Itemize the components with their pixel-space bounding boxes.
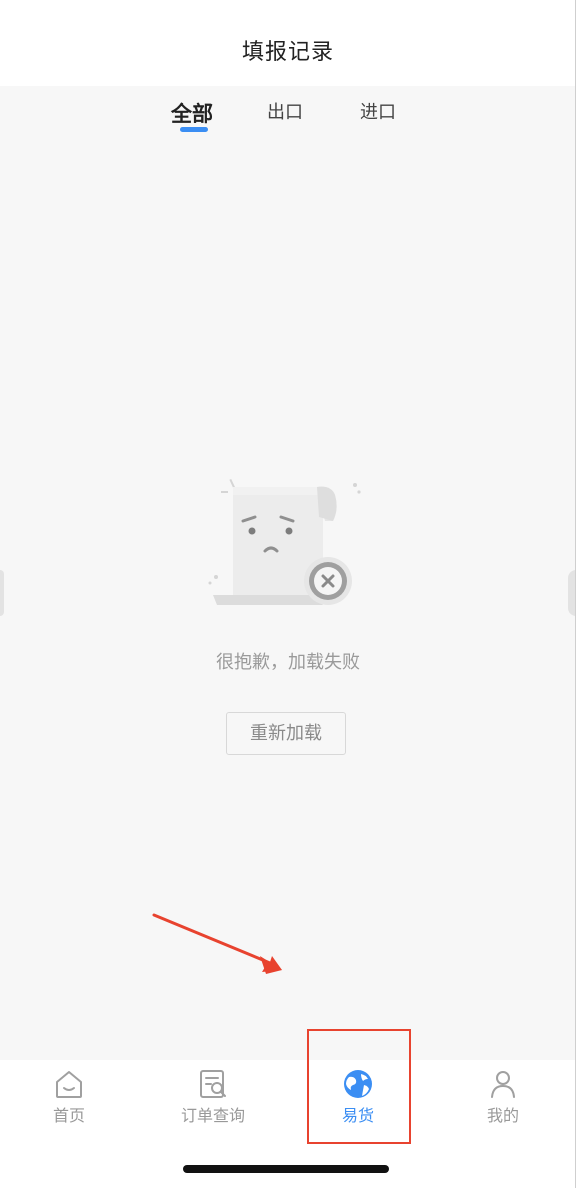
tab-export[interactable]: 出口 — [267, 98, 303, 124]
reload-button[interactable]: 重新加载 — [226, 712, 346, 755]
tabbar-item-mine[interactable]: 我的 — [443, 1068, 563, 1134]
annotation-highlight-box — [307, 1029, 411, 1144]
left-edge-handle — [0, 570, 4, 616]
tabbar-item-home[interactable]: 首页 — [9, 1068, 129, 1134]
active-tab-indicator — [180, 127, 208, 132]
user-icon — [491, 1071, 515, 1098]
header-bar: 填报记录 — [0, 0, 576, 86]
page-title: 填报记录 — [241, 40, 334, 65]
tabbar-label-order-search: 订单查询 — [180, 1106, 245, 1125]
load-failed-message: 很抱歉，加载失败 — [216, 652, 360, 673]
tabbar-label-home: 首页 — [52, 1106, 85, 1125]
sad-document-error-icon — [208, 478, 361, 605]
tabbar-item-order-search[interactable]: 订单查询 — [153, 1068, 273, 1134]
filter-tabs: 全部 出口 进口 — [0, 86, 576, 146]
tabbar-label-mine: 我的 — [486, 1106, 519, 1125]
tab-all[interactable]: 全部 — [171, 98, 213, 128]
order-search-icon — [200, 1070, 226, 1098]
annotation-arrow — [152, 913, 282, 974]
home-indicator[interactable] — [183, 1165, 389, 1173]
home-icon — [56, 1071, 82, 1098]
tab-import[interactable]: 进口 — [360, 98, 396, 124]
